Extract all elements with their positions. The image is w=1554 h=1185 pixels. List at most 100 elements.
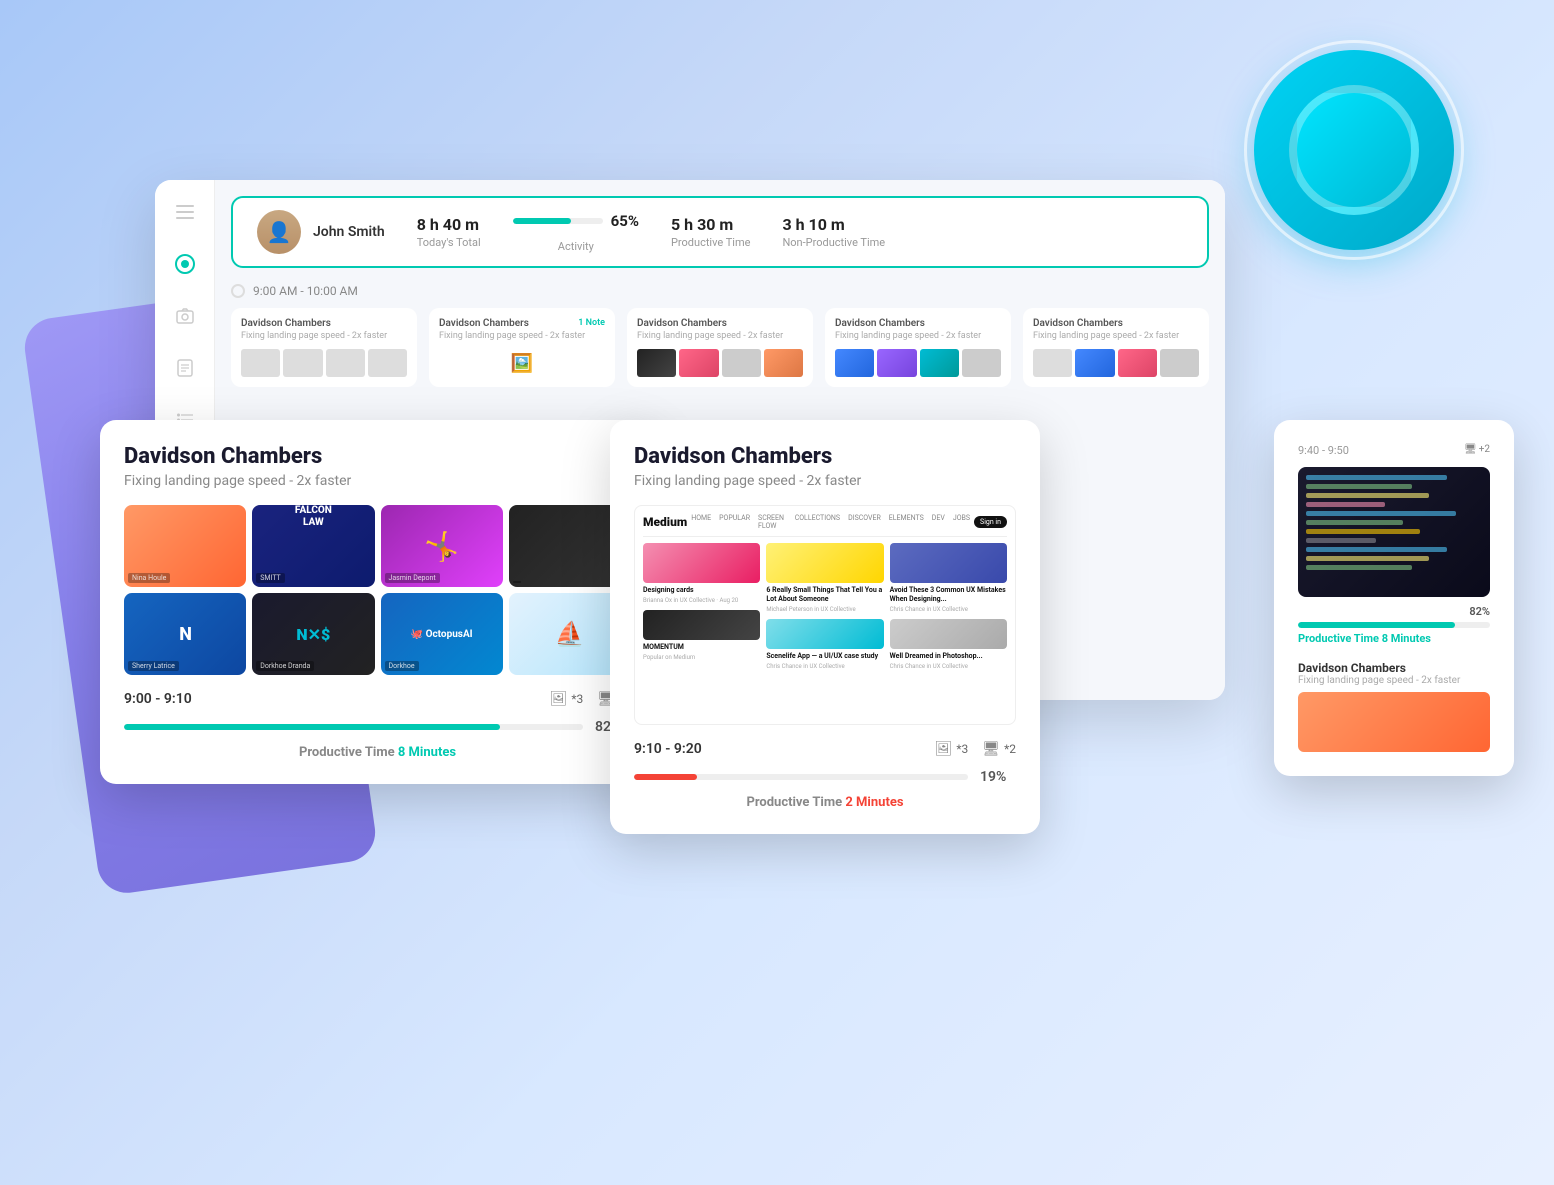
time-slot-label: 9:00 AM - 10:00 AM [253, 284, 358, 298]
mini-card-4-user: Davidson Chambers [835, 318, 1001, 329]
medium-article-2-title: 6 Really Small Things That Tell You a Lo… [766, 586, 883, 604]
productive-time-value: 5 h 30 m [671, 215, 750, 234]
mini-card-4-task: Fixing landing page speed - 2x faster [835, 331, 1001, 341]
activity-progress-bar [513, 218, 603, 224]
mini-card-2-task: Fixing landing page speed - 2x faster [439, 331, 605, 341]
ss-left-1-label: Nina Houle [128, 573, 170, 583]
user-info: 👤 John Smith [257, 210, 385, 254]
mini-ss-5-4 [1160, 349, 1199, 377]
medium-nav-discover: DISCOVER [848, 514, 881, 530]
medium-article-3-title: Avoid These 3 Common UX Mistakes When De… [890, 586, 1007, 604]
mini-card-4[interactable]: Davidson Chambers Fixing landing page sp… [825, 308, 1011, 387]
medium-img-bottom-1 [643, 610, 760, 640]
sidebar-menu-icon[interactable] [169, 196, 201, 228]
popup-left-subtitle: Fixing landing page speed - 2x faster [124, 473, 631, 489]
monitor-icon-right: 🖥 [982, 741, 1000, 757]
medium-nav-collections: COLLECTIONS [795, 514, 840, 530]
medium-article-2: 6 Really Small Things That Tell You a Lo… [766, 543, 883, 670]
far-right-bottom-name: Davidson Chambers [1298, 661, 1490, 675]
stats-bar: 👤 John Smith 8 h 40 m Today's Total 65% … [231, 196, 1209, 268]
popup-left-screenshots-count: 🖼 *3 [550, 691, 584, 707]
medium-nav-dev: DEV [932, 514, 945, 530]
ss-left-1[interactable]: Nina Houle [124, 505, 246, 587]
sidebar-activity-icon[interactable] [169, 248, 201, 280]
popup-card-left: Davidson Chambers Fixing landing page sp… [100, 420, 655, 784]
popup-right-footer: 9:10 - 9:20 🖼 *3 🖥 *2 [634, 741, 1016, 757]
activity-progress-fill [513, 218, 572, 224]
mini-card-2-user: Davidson Chambers 1 Note [439, 318, 605, 329]
mini-card-3[interactable]: Davidson Chambers Fixing landing page sp… [627, 308, 813, 387]
code-line-3 [1306, 493, 1429, 498]
far-right-progress-wrap: 82% [1298, 605, 1490, 628]
popup-left-footer: 9:00 - 9:10 🖼 *3 🖥 *2 [124, 691, 631, 707]
mini-ss-3-3 [722, 349, 761, 377]
mini-card-1[interactable]: Davidson Chambers Fixing landing page sp… [231, 308, 417, 387]
mini-ss-4-4 [962, 349, 1001, 377]
ss-left-3-label: Jasmin Depont [385, 573, 440, 583]
mini-card-3-user: Davidson Chambers [637, 318, 803, 329]
ss-left-7[interactable]: 🐙 OctopusAI Dorkhoe [381, 593, 503, 675]
sidebar-doc-icon[interactable] [169, 352, 201, 384]
medium-img-2 [766, 543, 883, 583]
progress-fill-right [634, 774, 697, 780]
activity-stat: 65% Activity [513, 212, 639, 253]
far-right-monitors-count: +2 [1479, 444, 1490, 455]
mini-card-5-screenshots [1033, 349, 1199, 377]
popup-right-screenshots-count: 🖼 *3 [935, 741, 969, 757]
medium-bottom-meta-2: Chris Chance in UX Collective [766, 663, 883, 670]
medium-header: Medium HOME POPULAR SCREEN FLOW COLLECTI… [643, 514, 1007, 537]
medium-bottom-title-1: MOMENTUM [643, 643, 760, 652]
ss-left-5[interactable]: N Sherry Latrice [124, 593, 246, 675]
code-line-5 [1306, 511, 1456, 516]
medium-article-3: Avoid These 3 Common UX Mistakes When De… [890, 543, 1007, 670]
medium-nav-screenflow: SCREEN FLOW [758, 514, 787, 530]
progress-fill-left [124, 724, 500, 730]
far-right-productive: Productive Time 8 Minutes [1298, 632, 1490, 645]
medium-article-1-title: Designing cards [643, 586, 760, 595]
popup-right-icons: 🖼 *3 🖥 *2 [935, 741, 1016, 757]
ss-left-2[interactable]: FALCONLAW SMITT [252, 505, 374, 587]
today-total-value: 8 h 40 m [417, 215, 481, 234]
code-line-8 [1306, 538, 1376, 543]
medium-nav-home: HOME [691, 514, 711, 530]
productive-minutes-right: 2 Minutes [845, 795, 903, 810]
code-line-9 [1306, 547, 1447, 552]
sidebar-camera-icon[interactable] [169, 300, 201, 332]
medium-content: Designing cards Brianna Ox in UX Collect… [643, 543, 1007, 670]
mini-card-3-task: Fixing landing page speed - 2x faster [637, 331, 803, 341]
right-screenshots-count-label: *3 [956, 742, 968, 756]
mini-ss-2 [283, 349, 322, 377]
non-productive-label: Non-Productive Time [782, 236, 885, 249]
mini-ss-4-2 [877, 349, 916, 377]
far-right-productive-label: Productive Time [1298, 632, 1379, 645]
medium-bottom-meta-3: Chris Chance in UX Collective [890, 663, 1007, 670]
medium-nav-elements: ELEMENTS [889, 514, 924, 530]
code-line-7 [1306, 529, 1420, 534]
medium-article-1: Designing cards Brianna Ox in UX Collect… [643, 543, 760, 670]
popup-left-progress: 82% [124, 719, 631, 735]
medium-signin[interactable]: Sign in [974, 516, 1007, 528]
code-screenshot [1298, 467, 1490, 597]
mini-ss-3-2 [679, 349, 718, 377]
mini-card-5-user: Davidson Chambers [1033, 318, 1199, 329]
popup-left-productive: Productive Time 8 Minutes [124, 745, 631, 760]
mini-card-2[interactable]: Davidson Chambers 1 Note Fixing landing … [429, 308, 615, 387]
code-line-1 [1306, 475, 1447, 480]
mini-card-1-screenshots [241, 349, 407, 377]
medium-article-3-meta: Chris Chance in UX Collective [890, 606, 1007, 613]
mini-ss-5-2 [1075, 349, 1114, 377]
code-line-2 [1306, 484, 1412, 489]
ss-left-3[interactable]: 🤸 Jasmin Depont [381, 505, 503, 587]
productive-label-left: Productive Time [299, 745, 395, 760]
ss-left-5-label: Sherry Latrice [128, 661, 179, 671]
time-dot [231, 284, 245, 298]
productive-time-stat: 5 h 30 m Productive Time [671, 215, 750, 249]
mini-card-5[interactable]: Davidson Chambers Fixing landing page sp… [1023, 308, 1209, 387]
activity-pct-value: 65% [611, 212, 639, 230]
code-line-11 [1306, 565, 1412, 570]
popup-right-subtitle: Fixing landing page speed - 2x faster [634, 473, 1016, 489]
time-slot: 9:00 AM - 10:00 AM [231, 284, 1209, 298]
note-badge: 1 Note [578, 318, 605, 328]
ss-left-6[interactable]: N✕$ Dorkhoe Dranda [252, 593, 374, 675]
medium-bottom-meta-1: Popular on Medium [643, 654, 760, 661]
